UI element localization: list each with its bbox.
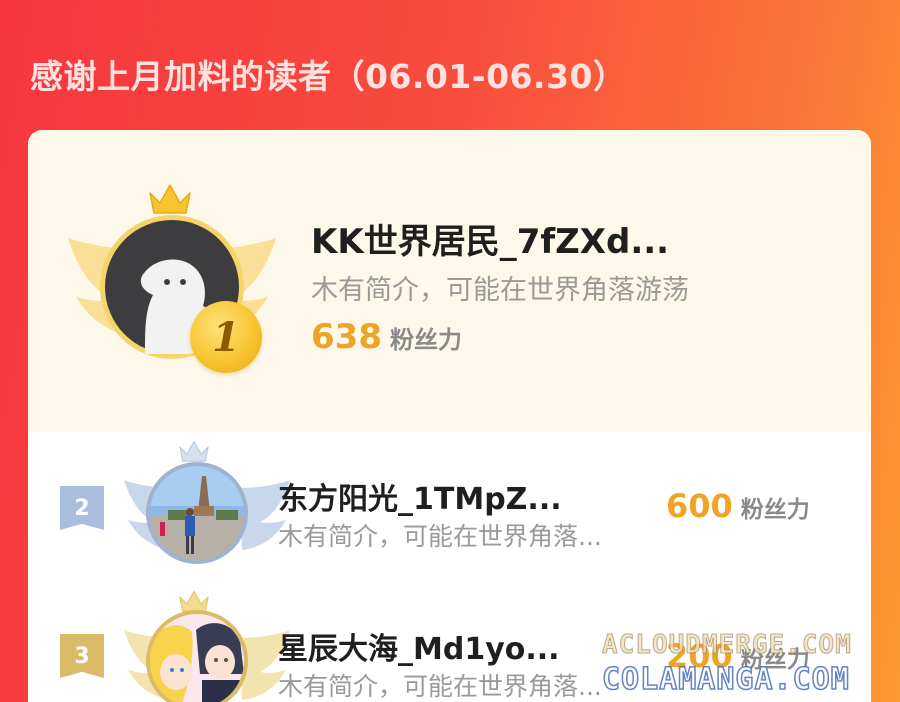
rank-number: 1 — [212, 313, 240, 361]
username[interactable]: KK世界居民_7fZXd... — [311, 214, 669, 263]
rank-1-medal: 1 — [190, 301, 262, 373]
leaderboard-card: 1 KK世界居民_7fZXd... 木有简介，可能在世界角落游荡 638 粉丝力 … — [28, 130, 871, 702]
avatar-photo — [150, 614, 244, 702]
username[interactable]: 东方阳光_1TMpZ... — [278, 474, 562, 518]
avatar[interactable] — [146, 462, 248, 564]
avatar[interactable] — [146, 610, 248, 702]
score-unit: 粉丝力 — [389, 326, 462, 354]
crown-icon — [149, 184, 191, 214]
score-unit: 粉丝力 — [740, 497, 810, 523]
fan-power-score: 600 粉丝力 — [666, 487, 810, 525]
score-value: 638 — [311, 317, 382, 357]
user-bio: 木有简介，可能在世界角落... — [278, 522, 602, 551]
watermark-text: COLAMANGA.COM — [601, 661, 850, 698]
rank-1-entry[interactable]: 1 KK世界居民_7fZXd... 木有简介，可能在世界角落游荡 638 粉丝力 — [28, 130, 871, 432]
user-bio: 木有简介，可能在世界角落游荡 — [311, 275, 689, 306]
score-value: 600 — [666, 487, 733, 525]
watermark-text: ACLOUDMERGE.COM — [602, 630, 852, 661]
rank-3-badge: 3 — [60, 634, 104, 678]
page-title: 感谢上月加料的读者（06.01-06.30） — [30, 57, 627, 96]
crown-icon — [179, 440, 209, 462]
rank-2-badge: 2 — [60, 486, 104, 530]
fan-power-score: 638 粉丝力 — [311, 317, 462, 357]
avatar-photo — [150, 466, 244, 560]
rank-2-entry[interactable]: 2 东方阳光_1TMpZ... 木有简介，可能在世界角落... 600 粉丝力 — [28, 432, 871, 582]
user-bio: 木有简介，可能在世界角落... — [278, 672, 602, 701]
username[interactable]: 星辰大海_Md1yo... — [278, 624, 560, 668]
